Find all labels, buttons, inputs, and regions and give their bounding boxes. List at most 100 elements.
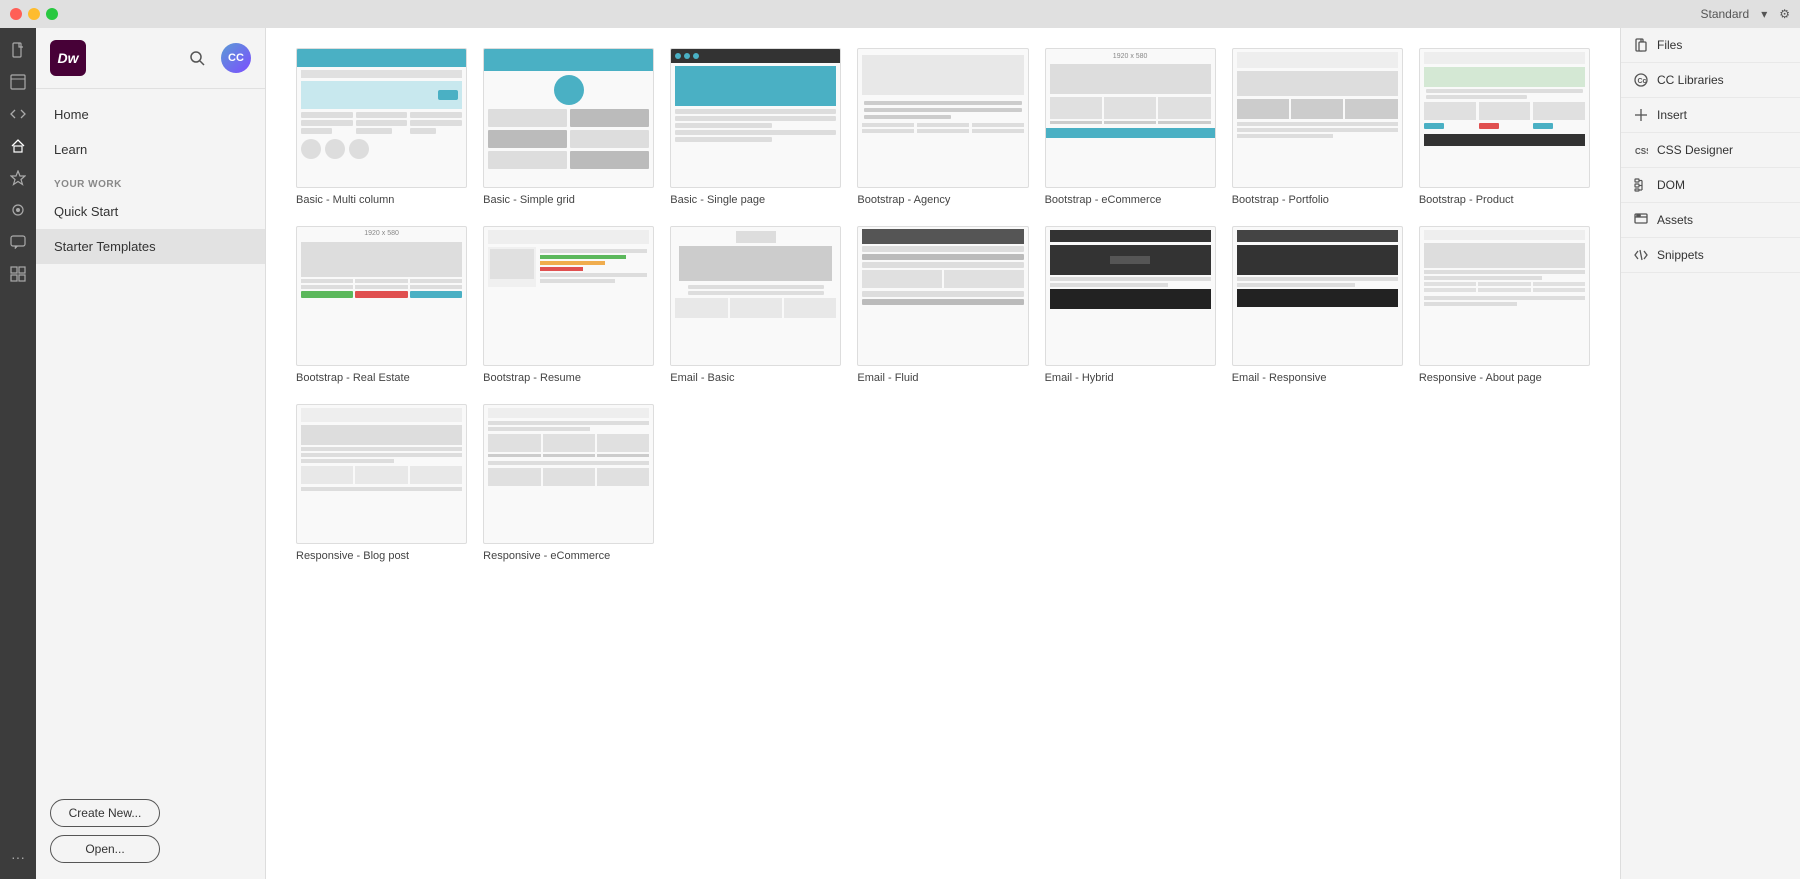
size-label-real: 1920 x 580 [297, 227, 466, 240]
snippets-icon [1633, 247, 1649, 263]
template-thumb-bootstrap-ecommerce[interactable]: 1920 x 580 [1045, 48, 1216, 188]
template-thumb-email-fluid[interactable] [857, 226, 1028, 366]
rail-grid-icon[interactable] [4, 260, 32, 288]
template-thumb-email-hybrid[interactable] [1045, 226, 1216, 366]
template-label-email-hybrid: Email - Hybrid [1045, 372, 1216, 384]
template-grid: Basic - Multi column Basic - Simp [296, 48, 1590, 592]
settings-icon[interactable]: ⚙ [1779, 7, 1790, 21]
template-label-email-basic: Email - Basic [670, 372, 841, 384]
files-icon [1633, 37, 1649, 53]
template-thumb-bootstrap-product[interactable] [1419, 48, 1590, 188]
header-right: CC [86, 43, 251, 73]
main-content: Basic - Multi column Basic - Simp [266, 28, 1620, 879]
user-avatar[interactable]: CC [221, 43, 251, 73]
template-card-bootstrap-agency[interactable]: Bootstrap - Agency [857, 48, 1028, 206]
template-label-bootstrap-real-estate: Bootstrap - Real Estate [296, 372, 467, 384]
sidebar-item-home[interactable]: Home [36, 97, 265, 132]
sidebar-item-starter-templates[interactable]: Starter Templates [36, 229, 265, 264]
rail-home-icon[interactable] [4, 132, 32, 160]
template-thumb-bootstrap-agency[interactable] [857, 48, 1028, 188]
template-card-basic-single-page[interactable]: Basic - Single page [670, 48, 841, 206]
template-label-bootstrap-agency: Bootstrap - Agency [857, 194, 1028, 206]
svg-text:Cc: Cc [1638, 78, 1647, 85]
minimize-button[interactable] [28, 8, 40, 20]
panel-insert[interactable]: Insert [1621, 98, 1800, 133]
panel-assets-label: Assets [1657, 213, 1693, 227]
template-label-responsive-ecommerce: Responsive - eCommerce [483, 550, 654, 562]
titlebar: Standard ▾ ⚙ [0, 0, 1800, 28]
rail-star-icon[interactable] [4, 164, 32, 192]
panel-css-designer-label: CSS Designer [1657, 143, 1733, 157]
template-card-basic-simple-grid[interactable]: Basic - Simple grid [483, 48, 654, 206]
panel-dom[interactable]: DOM [1621, 168, 1800, 203]
template-label-bootstrap-portfolio: Bootstrap - Portfolio [1232, 194, 1403, 206]
window-controls [10, 8, 58, 20]
sidebar-item-quick-start[interactable]: Quick Start [36, 194, 265, 229]
rail-brush-icon[interactable] [4, 196, 32, 224]
template-thumb-bootstrap-real-estate[interactable]: 1920 x 580 [296, 226, 467, 366]
right-panel: Files Cc CC Libraries Insert CSS CSS Des… [1620, 28, 1800, 879]
sidebar: Dw CC Home Learn YOUR WORK Quick Start S… [36, 28, 266, 879]
template-thumb-responsive-blog[interactable] [296, 404, 467, 544]
panel-insert-label: Insert [1657, 108, 1687, 122]
template-label-bootstrap-product: Bootstrap - Product [1419, 194, 1590, 206]
titlebar-right: Standard ▾ ⚙ [1701, 7, 1791, 21]
css-designer-icon: CSS [1633, 142, 1649, 158]
template-card-basic-multi[interactable]: Basic - Multi column [296, 48, 467, 206]
close-button[interactable] [10, 8, 22, 20]
template-thumb-basic-simple-grid[interactable] [483, 48, 654, 188]
workspace-chevron[interactable]: ▾ [1761, 7, 1767, 21]
rail-chat-icon[interactable] [4, 228, 32, 256]
insert-icon [1633, 107, 1649, 123]
sidebar-item-learn[interactable]: Learn [36, 132, 265, 167]
panel-assets[interactable]: Assets [1621, 203, 1800, 238]
template-label-email-fluid: Email - Fluid [857, 372, 1028, 384]
template-card-bootstrap-resume[interactable]: Bootstrap - Resume [483, 226, 654, 384]
template-thumb-email-basic[interactable] [670, 226, 841, 366]
template-thumb-responsive-ecommerce[interactable] [483, 404, 654, 544]
open-button[interactable]: Open... [50, 835, 160, 863]
template-thumb-responsive-about[interactable] [1419, 226, 1590, 366]
rail-file-icon[interactable] [4, 36, 32, 64]
template-card-email-fluid[interactable]: Email - Fluid [857, 226, 1028, 384]
template-card-responsive-blog[interactable]: Responsive - Blog post [296, 404, 467, 562]
panel-snippets-label: Snippets [1657, 248, 1704, 262]
template-card-email-basic[interactable]: Email - Basic [670, 226, 841, 384]
app-container: ··· Dw CC Home Learn YOUR WORK Quick Sta… [0, 28, 1800, 879]
your-work-label: YOUR WORK [36, 167, 265, 194]
template-thumb-email-responsive[interactable] [1232, 226, 1403, 366]
dw-logo: Dw [50, 40, 86, 76]
template-label-responsive-about: Responsive - About page [1419, 372, 1590, 384]
rail-more-icon[interactable]: ··· [4, 843, 32, 871]
panel-snippets[interactable]: Snippets [1621, 238, 1800, 273]
template-card-email-hybrid[interactable]: Email - Hybrid [1045, 226, 1216, 384]
search-button[interactable] [185, 46, 209, 70]
app-header: Dw CC [36, 28, 265, 89]
template-thumb-basic-multi[interactable] [296, 48, 467, 188]
template-label-basic-single-page: Basic - Single page [670, 194, 841, 206]
template-card-bootstrap-real-estate[interactable]: 1920 x 580 [296, 226, 467, 384]
template-card-bootstrap-product[interactable]: Bootstrap - Product [1419, 48, 1590, 206]
panel-files[interactable]: Files [1621, 28, 1800, 63]
assets-icon [1633, 212, 1649, 228]
maximize-button[interactable] [46, 8, 58, 20]
template-card-responsive-about[interactable]: Responsive - About page [1419, 226, 1590, 384]
panel-css-designer[interactable]: CSS CSS Designer [1621, 133, 1800, 168]
dom-icon [1633, 177, 1649, 193]
template-label-bootstrap-resume: Bootstrap - Resume [483, 372, 654, 384]
panel-dom-label: DOM [1657, 178, 1685, 192]
panel-cc-libraries[interactable]: Cc CC Libraries [1621, 63, 1800, 98]
workspace-label: Standard [1701, 7, 1750, 21]
svg-text:CSS: CSS [1635, 147, 1648, 156]
rail-layout-icon[interactable] [4, 68, 32, 96]
create-new-button[interactable]: Create New... [50, 799, 160, 827]
template-card-bootstrap-portfolio[interactable]: Bootstrap - Portfolio [1232, 48, 1403, 206]
template-card-responsive-ecommerce[interactable]: Responsive - eCommerce [483, 404, 654, 562]
template-card-bootstrap-ecommerce[interactable]: 1920 x 580 Bootstrap - eCommerce [1045, 48, 1216, 206]
template-card-email-responsive[interactable]: Email - Responsive [1232, 226, 1403, 384]
template-thumb-basic-single-page[interactable] [670, 48, 841, 188]
template-label-bootstrap-ecommerce: Bootstrap - eCommerce [1045, 194, 1216, 206]
template-thumb-bootstrap-portfolio[interactable] [1232, 48, 1403, 188]
rail-code-icon[interactable] [4, 100, 32, 128]
template-thumb-bootstrap-resume[interactable] [483, 226, 654, 366]
